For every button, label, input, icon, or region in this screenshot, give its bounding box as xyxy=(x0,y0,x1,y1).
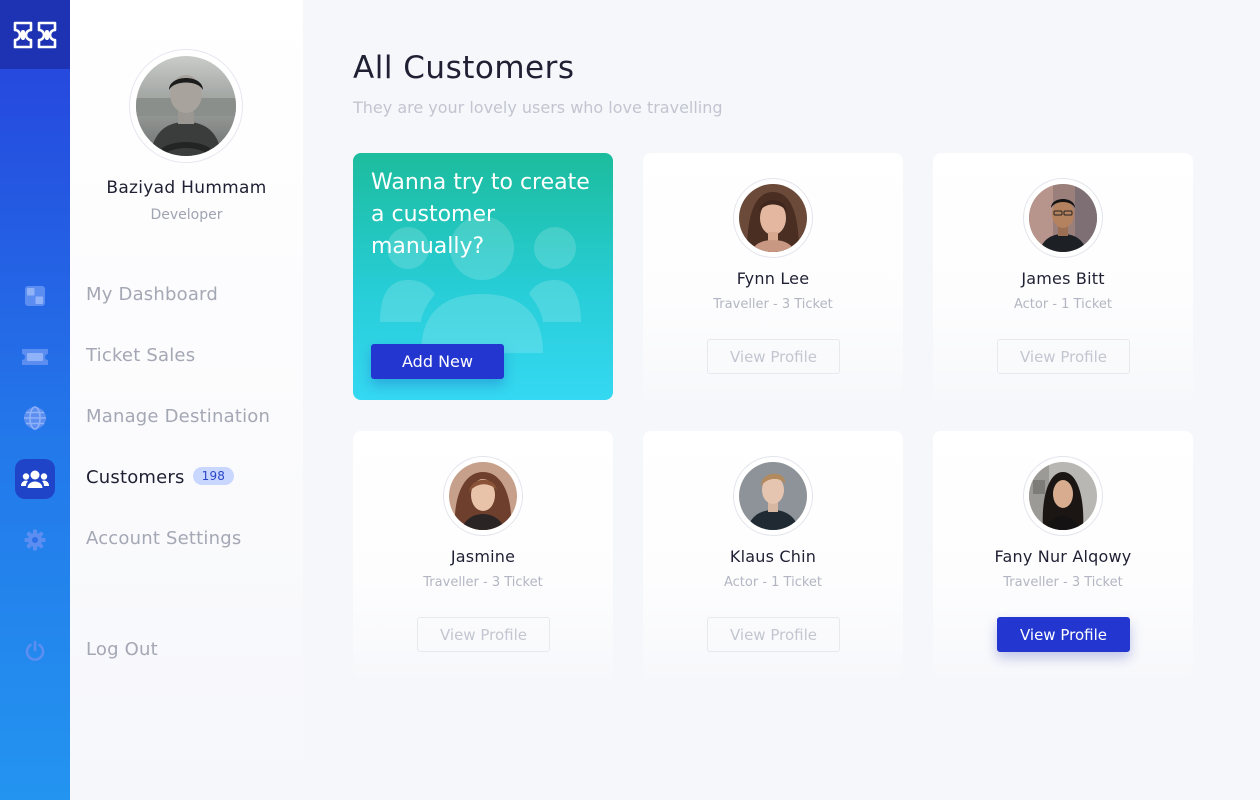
view-profile-button[interactable]: View Profile xyxy=(707,339,840,374)
nav-item-logout[interactable]: Log Out xyxy=(86,639,158,660)
avatar xyxy=(136,56,236,156)
customer-avatar[interactable] xyxy=(1023,456,1103,536)
nav-item-dashboard[interactable]: My Dashboard xyxy=(86,284,218,305)
customer-name: James Bitt xyxy=(1021,269,1105,288)
rail-settings[interactable] xyxy=(15,520,55,560)
view-profile-button[interactable]: View Profile xyxy=(707,617,840,652)
customer-card: James Bitt Actor - 1 Ticket View Profile xyxy=(933,153,1193,400)
customer-meta: Traveller - 3 Ticket xyxy=(1003,575,1123,590)
ticket-logo-icon xyxy=(13,21,57,48)
power-icon xyxy=(25,640,45,661)
nav-item-label: Customers xyxy=(86,467,185,488)
avatar xyxy=(739,462,807,530)
nav-item-account-settings[interactable]: Account Settings xyxy=(86,528,241,549)
profile-name: Baziyad Hummam xyxy=(106,178,267,198)
customer-avatar[interactable] xyxy=(733,456,813,536)
rail-dashboard[interactable] xyxy=(15,276,55,316)
side-panel: Baziyad Hummam Developer My Dashboard Ti… xyxy=(70,0,303,800)
customer-avatar[interactable] xyxy=(1023,178,1103,258)
customers-count-badge: 198 xyxy=(192,467,235,485)
view-profile-button[interactable]: View Profile xyxy=(997,339,1130,374)
users-icon xyxy=(21,470,49,488)
ticket-icon xyxy=(22,349,48,365)
customer-name: Fynn Lee xyxy=(736,269,810,288)
view-profile-button[interactable]: View Profile xyxy=(997,617,1130,652)
page-title: All Customers xyxy=(353,50,575,86)
customer-card: Klaus Chin Actor - 1 Ticket View Profile xyxy=(643,431,903,678)
profile-avatar[interactable] xyxy=(129,49,243,163)
add-new-button[interactable]: Add New xyxy=(371,344,504,379)
rail-customers[interactable] xyxy=(15,459,55,499)
icon-rail xyxy=(0,0,70,800)
customer-avatar[interactable] xyxy=(733,178,813,258)
customer-name: Jasmine xyxy=(450,547,516,566)
view-profile-button[interactable]: View Profile xyxy=(417,617,550,652)
customer-card: Fany Nur Alqowy Traveller - 3 Ticket Vie… xyxy=(933,431,1193,678)
profile-role: Developer xyxy=(150,207,223,223)
page-subtitle: They are your lovely users who love trav… xyxy=(353,98,723,117)
customer-card: Jasmine Traveller - 3 Ticket View Profil… xyxy=(353,431,613,678)
globe-icon xyxy=(24,406,46,430)
customer-name: Klaus Chin xyxy=(729,547,817,566)
gear-icon xyxy=(24,529,46,551)
customer-meta: Actor - 1 Ticket xyxy=(723,575,823,590)
avatar xyxy=(449,462,517,530)
nav-item-ticket-sales[interactable]: Ticket Sales xyxy=(86,345,195,366)
rail-logout[interactable] xyxy=(15,631,55,671)
dashboard-icon xyxy=(25,286,45,306)
customer-meta: Traveller - 3 Ticket xyxy=(423,575,543,590)
rail-tickets[interactable] xyxy=(15,337,55,377)
nav-item-customers[interactable]: Customers 198 xyxy=(86,467,235,488)
promo-text: Wanna try to create a customer manually? xyxy=(371,170,590,259)
customer-card: Fynn Lee Traveller - 3 Ticket View Profi… xyxy=(643,153,903,400)
avatar xyxy=(1029,184,1097,252)
rail-destinations[interactable] xyxy=(15,398,55,438)
customer-avatar[interactable] xyxy=(443,456,523,536)
customer-meta: Actor - 1 Ticket xyxy=(1013,297,1113,312)
create-customer-card: Wanna try to create a customer manually?… xyxy=(353,153,613,400)
avatar xyxy=(1029,462,1097,530)
nav-item-manage-destination[interactable]: Manage Destination xyxy=(86,406,270,427)
app-logo[interactable] xyxy=(0,0,70,69)
customer-meta: Traveller - 3 Ticket xyxy=(713,297,833,312)
avatar xyxy=(739,184,807,252)
customer-name: Fany Nur Alqowy xyxy=(994,547,1132,566)
